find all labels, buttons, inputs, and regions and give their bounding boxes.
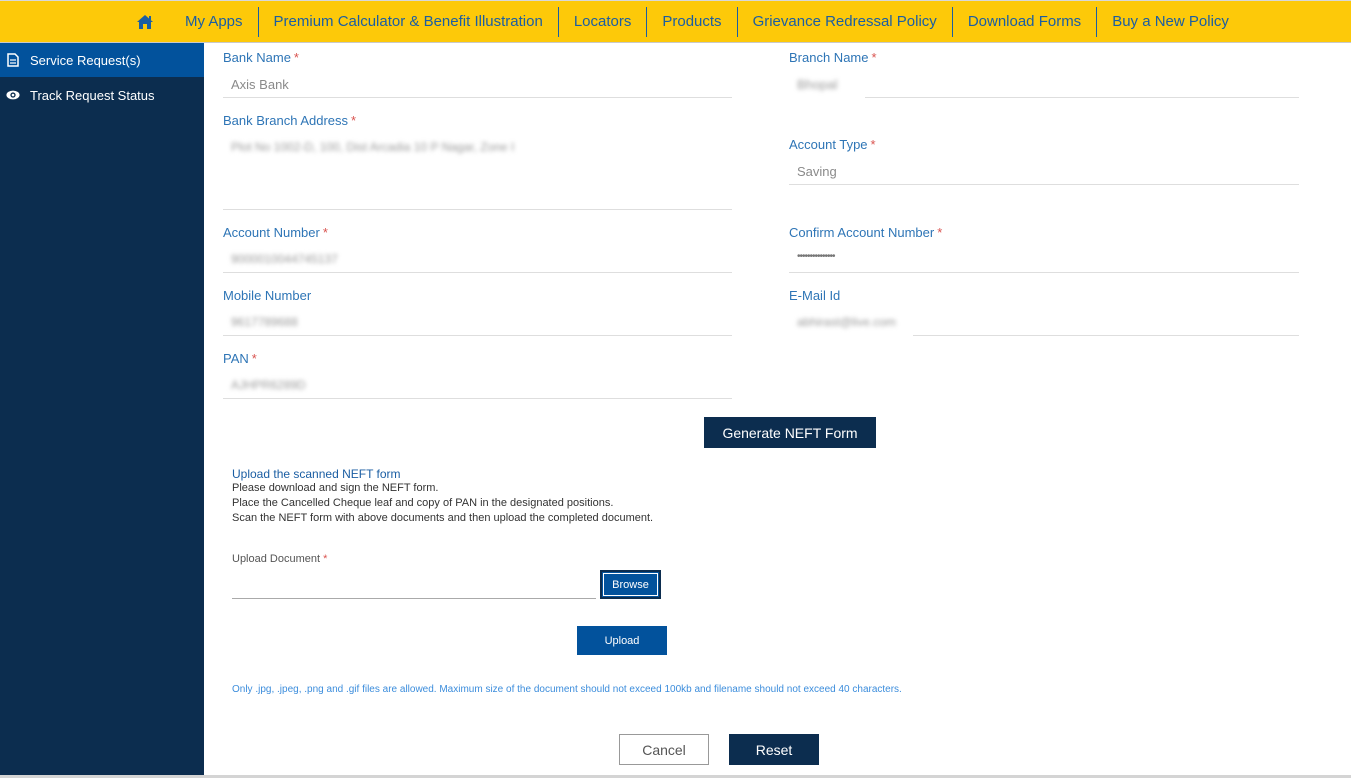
nav-my-apps[interactable]: My Apps bbox=[175, 6, 259, 37]
account-number-field[interactable]: Account Number * 9000010044745137 bbox=[223, 225, 732, 273]
account-number-value[interactable]: 9000010044745137 bbox=[231, 252, 338, 266]
email-id-label: E-Mail Id bbox=[789, 288, 841, 303]
branch-name-underline bbox=[865, 97, 1299, 98]
sidebar-item-track-request-status[interactable]: Track Request Status bbox=[0, 78, 204, 112]
upload-button[interactable]: Upload bbox=[577, 626, 667, 655]
browse-button[interactable]: Browse bbox=[600, 570, 661, 599]
instruction-line: Place the Cancelled Cheque leaf and copy… bbox=[232, 497, 614, 509]
mobile-number-value[interactable]: 9617789688 bbox=[231, 315, 298, 329]
generate-neft-form-button[interactable]: Generate NEFT Form bbox=[704, 417, 876, 448]
top-navigation: My Apps Premium Calculator & Benefit Ill… bbox=[0, 0, 1351, 43]
upload-document-input[interactable] bbox=[232, 572, 596, 599]
nav-premium-calculator[interactable]: Premium Calculator & Benefit Illustratio… bbox=[259, 6, 559, 37]
sidebar-item-label: Track Request Status bbox=[30, 87, 155, 103]
confirm-account-number-value[interactable]: ••••••••••••••• bbox=[797, 251, 836, 262]
email-id-value[interactable]: abhirast@live.com bbox=[797, 315, 896, 329]
branch-name-field[interactable]: Branch Name * Bhopal bbox=[789, 50, 1299, 98]
file-requirements-note: Only .jpg, .jpeg, .png and .gif files ar… bbox=[232, 684, 902, 695]
email-id-underline bbox=[913, 335, 1299, 336]
bank-branch-address-field[interactable]: Bank Branch Address * Plot No 1002-D, 100… bbox=[223, 113, 732, 210]
upload-document-label: Upload Document * bbox=[232, 553, 328, 565]
pan-field[interactable]: PAN * AJHPR6289D bbox=[223, 351, 732, 399]
reset-button[interactable]: Reset bbox=[729, 734, 819, 765]
account-number-underline bbox=[223, 272, 732, 273]
nav-locators[interactable]: Locators bbox=[559, 6, 648, 37]
sidebar-item-label: Service Request(s) bbox=[30, 52, 141, 68]
email-id-field[interactable]: E-Mail Id abhirast@live.com bbox=[789, 288, 1299, 336]
bank-name-value[interactable]: Axis Bank bbox=[231, 77, 289, 92]
account-type-field[interactable]: Account Type * Saving bbox=[789, 137, 1299, 185]
bank-branch-address-value[interactable]: Plot No 1002-D, 100, Dist Arcadia 10 P N… bbox=[231, 140, 514, 154]
upload-section-title: Upload the scanned NEFT form bbox=[232, 467, 401, 481]
pan-label: PAN * bbox=[223, 351, 257, 366]
account-number-label: Account Number * bbox=[223, 225, 328, 240]
account-type-label: Account Type * bbox=[789, 137, 876, 152]
cancel-button[interactable]: Cancel bbox=[619, 734, 709, 765]
nav-products[interactable]: Products bbox=[647, 6, 738, 37]
pan-underline bbox=[223, 398, 732, 399]
bank-name-underline bbox=[223, 97, 732, 98]
account-type-underline bbox=[789, 184, 1299, 185]
document-icon bbox=[6, 52, 20, 68]
bank-name-field[interactable]: Bank Name * Axis Bank bbox=[223, 50, 732, 98]
mobile-number-field[interactable]: Mobile Number 9617789688 bbox=[223, 288, 732, 336]
nav-download-forms[interactable]: Download Forms bbox=[953, 6, 1098, 37]
bank-name-label: Bank Name * bbox=[223, 50, 299, 65]
confirm-account-number-label: Confirm Account Number * bbox=[789, 225, 943, 240]
sidebar-item-service-requests[interactable]: Service Request(s) bbox=[0, 43, 204, 77]
confirm-account-number-field[interactable]: Confirm Account Number * ••••••••••••••• bbox=[789, 225, 1299, 273]
nav-buy-new-policy[interactable]: Buy a New Policy bbox=[1097, 7, 1244, 37]
instruction-line: Scan the NEFT form with above documents … bbox=[232, 512, 654, 524]
mobile-number-underline bbox=[223, 335, 732, 336]
confirm-account-number-underline bbox=[789, 272, 1299, 273]
nav-grievance-redressal-policy[interactable]: Grievance Redressal Policy bbox=[738, 6, 953, 37]
home-icon[interactable] bbox=[131, 8, 159, 36]
bank-branch-address-label: Bank Branch Address * bbox=[223, 113, 357, 128]
sidebar: Service Request(s) Track Request Status bbox=[0, 43, 204, 775]
branch-name-value[interactable]: Bhopal bbox=[797, 77, 837, 92]
branch-name-label: Branch Name * bbox=[789, 50, 877, 65]
mobile-number-label: Mobile Number bbox=[223, 288, 312, 303]
pan-value[interactable]: AJHPR6289D bbox=[231, 378, 306, 392]
eye-icon bbox=[6, 87, 20, 103]
instruction-line: Please download and sign the NEFT form. bbox=[232, 482, 439, 494]
bank-branch-address-underline bbox=[223, 209, 732, 210]
account-type-value[interactable]: Saving bbox=[797, 164, 837, 179]
